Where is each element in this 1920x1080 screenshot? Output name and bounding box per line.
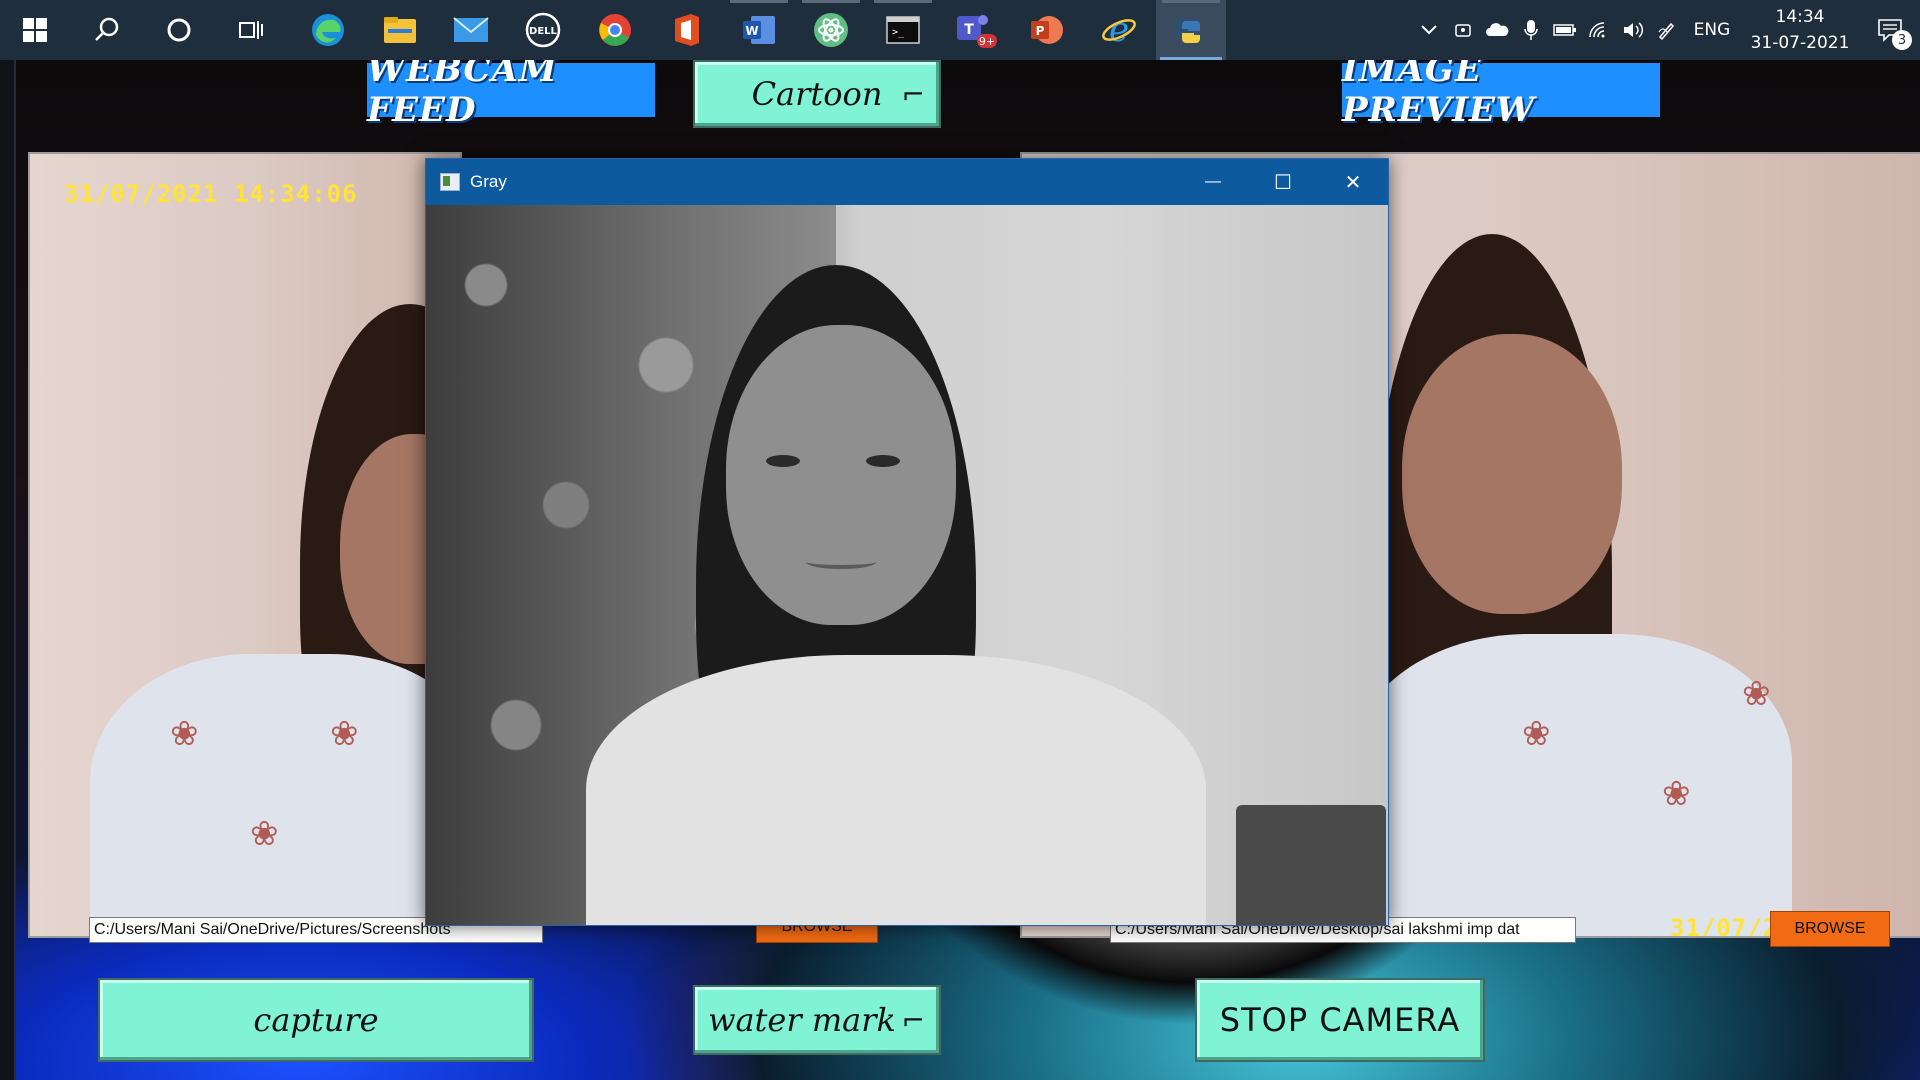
capture-button[interactable]: capture [98,978,534,1062]
dropdown-caret-icon: ⌐ [901,1003,925,1037]
internet-explorer-icon[interactable]: e [1084,0,1154,60]
windows-start-icon[interactable] [0,0,70,60]
clock-date: 31-07-2021 [1750,33,1850,53]
clock-time: 14:34 [1775,7,1825,27]
gray-window-titlebar[interactable]: Gray — ☐ ✕ [426,159,1388,205]
gray-window: Gray — ☐ ✕ [425,158,1389,926]
close-icon: ✕ [1344,171,1362,194]
chrome-icon[interactable] [580,0,650,60]
gray-window-title: Gray [470,172,507,191]
dropdown-caret-icon: ⌐ [901,77,925,111]
task-view-icon[interactable] [216,0,286,60]
edge-icon[interactable] [293,0,363,60]
notification-count-badge: 3 [1892,30,1912,50]
clock[interactable]: 14:34 31-07-2021 [1740,4,1860,56]
svg-text:W: W [745,24,758,38]
system-tray: ENG 14:34 31-07-2021 3 [1412,0,1920,60]
teams-icon[interactable]: T 9+ [940,0,1010,60]
wifi-icon[interactable] [1582,0,1616,60]
window-app-icon [440,173,460,191]
maximize-button[interactable]: ☐ [1248,159,1318,205]
meet-now-icon[interactable] [1446,0,1480,60]
minimize-icon: — [1205,173,1221,190]
office-icon[interactable] [652,0,722,60]
dell-icon[interactable]: DELL [508,0,578,60]
search-icon[interactable] [72,0,142,60]
stop-camera-button[interactable]: STOP CAMERA [1195,978,1485,1062]
cortana-icon[interactable] [144,0,214,60]
notification-center-icon[interactable]: 3 [1860,0,1920,60]
file-explorer-icon[interactable] [365,0,435,60]
python-icon[interactable] [1156,0,1226,60]
webcam-feed-panel: ❀ ❀ ❀ 31/07/2021 14:34:06 [28,152,462,938]
svg-text:DELL: DELL [529,26,558,37]
mail-icon[interactable] [436,0,506,60]
svg-text:e: e [1109,11,1129,49]
close-button[interactable]: ✕ [1318,159,1388,205]
filter-dropdown[interactable]: Cartoon ⌐ [693,60,941,128]
webcam-feed-header: WEBCAM FEED [367,60,655,130]
svg-text:T: T [964,22,974,38]
chevron-up-icon[interactable] [1412,0,1446,60]
word-icon[interactable]: W [724,0,794,60]
language-indicator[interactable]: ENG [1684,20,1740,40]
minimize-button[interactable]: — [1178,159,1248,205]
onedrive-icon[interactable] [1480,0,1514,60]
maximize-icon: ☐ [1274,171,1292,194]
filter-dropdown-value: Cartoon [751,75,883,113]
pen-icon[interactable] [1650,0,1684,60]
teams-badge: 9+ [979,35,995,48]
terminal-icon[interactable]: >_ [868,0,938,60]
window-left-edge [0,60,16,1080]
image-preview-header: IMAGE PREVIEW [1342,60,1660,130]
webcam-timestamp: 31/07/2021 14:34:06 [64,180,358,208]
atom-icon[interactable] [796,0,866,60]
watermark-dropdown-value: water mark [708,1001,896,1039]
watermark-dropdown[interactable]: water mark ⌐ [693,985,941,1055]
microphone-icon[interactable] [1514,0,1548,60]
grayscale-camera-image [426,205,1388,925]
svg-text:P: P [1036,24,1045,38]
preview-browse-button[interactable]: BROWSE [1770,911,1890,947]
taskbar: DELL W >_ T 9+ P e ENG 14:34 31-07-2021 … [0,0,1920,60]
battery-icon[interactable] [1548,0,1582,60]
svg-text:>_: >_ [892,27,905,38]
powerpoint-icon[interactable]: P [1012,0,1082,60]
volume-icon[interactable] [1616,0,1650,60]
